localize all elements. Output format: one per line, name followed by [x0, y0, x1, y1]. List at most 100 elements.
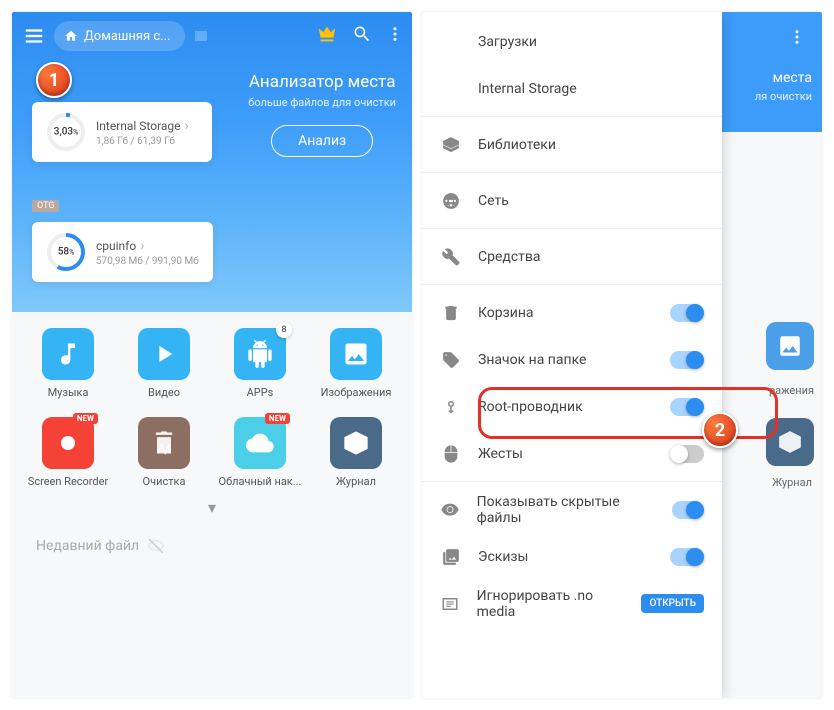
eye-icon [440, 501, 461, 519]
app-label: Журнал [336, 475, 376, 488]
bg-sub-fragment: ля очистки [755, 90, 812, 103]
bg-icon-images [766, 322, 814, 370]
app-item-Журнал[interactable]: Журнал [310, 417, 402, 488]
storage-name: cpuinfo [96, 238, 199, 254]
drawer-item-Значок на папке[interactable]: Значок на папке [422, 336, 722, 383]
more-menu-icon [788, 28, 806, 46]
bg-label-fragment: Журнал [772, 476, 812, 489]
app-item-Видео[interactable]: Видео [118, 328, 210, 399]
storage-pct: 58 [58, 247, 69, 258]
trash-icon [440, 304, 462, 322]
bg-title-fragment: места [755, 70, 812, 86]
drawer-item-label: Жесты [478, 446, 523, 462]
annotation-marker-2: 2 [702, 412, 738, 448]
thumb-icon [440, 548, 462, 566]
divider [422, 228, 722, 229]
drawer-item-Жесты[interactable]: Жесты [422, 430, 722, 477]
app-item-Screen Recorder[interactable]: NEWScreen Recorder [22, 417, 114, 488]
app-item-Музыка[interactable]: Музыка [22, 328, 114, 399]
divider [422, 481, 722, 482]
drawer-item-label: Эскизы [478, 549, 528, 565]
app-icon [42, 328, 94, 380]
drawer-item-Библиотеки[interactable]: Библиотеки [422, 121, 722, 168]
storage-card-cpuinfo[interactable]: 58% cpuinfo 570,98 Мб / 991,90 Мб [32, 222, 213, 282]
app-label: Музыка [48, 386, 89, 399]
drawer-item-label: Игнорировать .no media [477, 588, 626, 620]
drawer-item-label: Root-проводник [478, 399, 583, 415]
drawer-item-Сеть[interactable]: Сеть [422, 177, 722, 224]
divider [422, 284, 722, 285]
recent-label: Недавний файл [36, 538, 139, 554]
app-label: APPs [247, 386, 274, 399]
tag-icon [440, 351, 462, 369]
navigation-drawer: Загрузки Internal Storage Библиотеки Сеть Ср… [422, 12, 722, 698]
hidden-eye-icon [147, 537, 165, 555]
right-screen: места ля очистки ражения Журнал Загрузки… [422, 12, 822, 698]
toggle-switch[interactable] [670, 398, 704, 416]
drawer-item-Internal Storage[interactable]: Internal Storage [422, 65, 722, 112]
app-icon [330, 417, 382, 469]
app-item-Облачный нак...[interactable]: NEW Облачный нак... [214, 417, 306, 488]
app-label: Очистка [143, 475, 186, 488]
bg-icon-journal [766, 418, 814, 466]
drawer-item-label: Показывать скрытые файлы [477, 494, 656, 526]
tab-indicator-icon [195, 31, 207, 41]
drawer-item-label: Средства [478, 249, 541, 265]
network-icon [440, 192, 462, 210]
app-icon: NEW [42, 417, 94, 469]
app-item-APPs[interactable]: 8APPs [214, 328, 306, 399]
drawer-item-label: Загрузки [478, 34, 537, 50]
app-icon [138, 328, 190, 380]
storage-card-internal[interactable]: 3,03% Internal Storage 1,86 Гб / 61,39 Г… [32, 102, 212, 162]
toggle-switch[interactable] [672, 501, 704, 519]
analyzer-subtitle: больше файлов для очистки [248, 96, 396, 109]
drawer-item-label: Сеть [478, 193, 509, 209]
storage-name: Internal Storage [96, 118, 189, 134]
divider [422, 172, 722, 173]
drawer-item-Эскизы[interactable]: Эскизы [422, 533, 722, 580]
open-button[interactable]: ОТКРЫТЬ [641, 594, 704, 613]
nomedia-icon [440, 595, 461, 613]
drawer-item-label: Корзина [478, 305, 534, 321]
app-icon: NEW [234, 417, 286, 469]
app-label: Изображения [321, 386, 392, 399]
storage-size: 1,86 Гб / 61,39 Гб [96, 136, 189, 147]
toggle-switch[interactable] [670, 351, 704, 369]
drawer-item-label: Internal Storage [478, 81, 577, 97]
app-icon [330, 328, 382, 380]
recent-files-row[interactable]: Недавний файл [22, 517, 402, 575]
drawer-item-label: Библиотеки [478, 137, 556, 153]
layers-icon [440, 136, 462, 154]
app-item-Изображения[interactable]: Изображения [310, 328, 402, 399]
search-icon[interactable] [352, 24, 372, 48]
analyze-button[interactable]: Анализ [271, 125, 373, 157]
hamburger-menu-button[interactable] [20, 22, 48, 50]
drawer-item-label: Значок на папке [478, 352, 586, 368]
drawer-item-Игнорировать .no media[interactable]: Игнорировать .no media ОТКРЫТЬ [422, 580, 722, 627]
root-icon [440, 398, 462, 416]
storage-pct: 3,03 [54, 127, 73, 138]
wrench-icon [440, 248, 462, 266]
premium-crown-icon[interactable] [316, 23, 338, 49]
app-label: Видео [148, 386, 180, 399]
drawer-item-Корзина[interactable]: Корзина [422, 289, 722, 336]
analyzer-title: Анализатор места [248, 72, 396, 92]
toggle-switch[interactable] [670, 304, 704, 322]
annotation-marker-1: 1 [36, 62, 72, 98]
expand-grid-icon[interactable]: ▾ [22, 498, 402, 517]
otg-badge: OTG [32, 200, 59, 212]
storage-size: 570,98 Мб / 991,90 Мб [96, 256, 199, 267]
toggle-switch[interactable] [670, 548, 704, 566]
drawer-item-Средства[interactable]: Средства [422, 233, 722, 280]
breadcrumb-label: Домашняя с... [84, 29, 171, 44]
drawer-item-Загрузки[interactable]: Загрузки [422, 18, 722, 65]
breadcrumb[interactable]: Домашняя с... [54, 21, 185, 51]
left-screen: Домашняя с... Анализатор места больше фа… [12, 12, 412, 698]
divider [422, 116, 722, 117]
app-label: Облачный нак... [219, 475, 302, 488]
app-item-Очистка[interactable]: Очистка [118, 417, 210, 488]
more-menu-icon[interactable] [386, 25, 404, 47]
toggle-switch[interactable] [670, 445, 704, 463]
drawer-item-Root-проводник[interactable]: Root-проводник [422, 383, 722, 430]
drawer-item-Показывать скрытые файлы[interactable]: Показывать скрытые файлы [422, 486, 722, 533]
